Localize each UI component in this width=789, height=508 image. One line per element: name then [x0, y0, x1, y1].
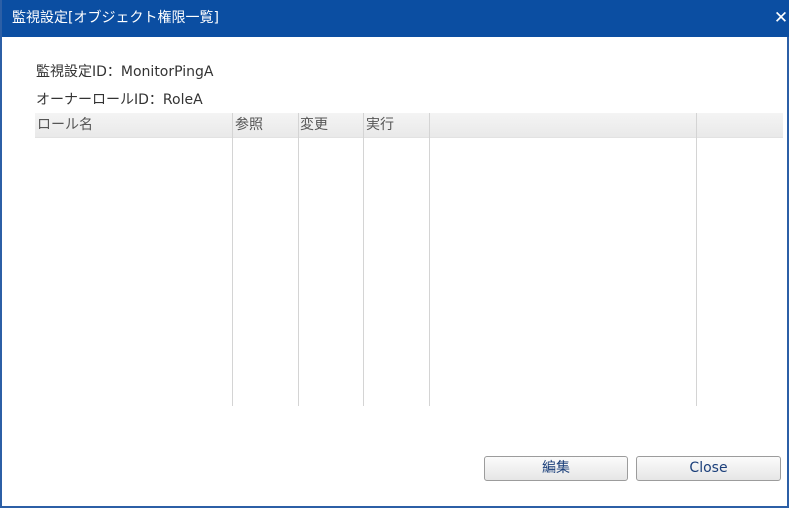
column-header-role-name[interactable]: ロール名 [37, 113, 93, 138]
edit-button[interactable]: 編集 [484, 456, 628, 481]
dialog-title: 監視設定[オブジェクト権限一覧] [12, 10, 219, 26]
column-header-exec[interactable]: 実行 [366, 113, 394, 138]
column-divider [429, 113, 430, 406]
object-privilege-dialog: 監視設定[オブジェクト権限一覧] ✕ 監視設定ID：MonitorPingA オ… [0, 0, 789, 508]
column-header-write[interactable]: 変更 [300, 113, 328, 138]
column-divider [298, 113, 299, 406]
dialog-titlebar: 監視設定[オブジェクト権限一覧] ✕ [2, 0, 789, 37]
monitor-id-label: 監視設定ID：MonitorPingA [36, 64, 214, 80]
close-button[interactable]: Close [636, 456, 781, 481]
table-header: ロール名 参照 変更 実行 [35, 113, 783, 138]
owner-role-label: オーナーロールID：RoleA [36, 92, 203, 108]
column-header-read[interactable]: 参照 [235, 113, 263, 138]
column-divider [232, 113, 233, 406]
privilege-table: ロール名 参照 変更 実行 [35, 113, 783, 406]
column-divider [363, 113, 364, 406]
close-icon[interactable]: ✕ [771, 8, 789, 28]
column-divider [696, 113, 697, 406]
